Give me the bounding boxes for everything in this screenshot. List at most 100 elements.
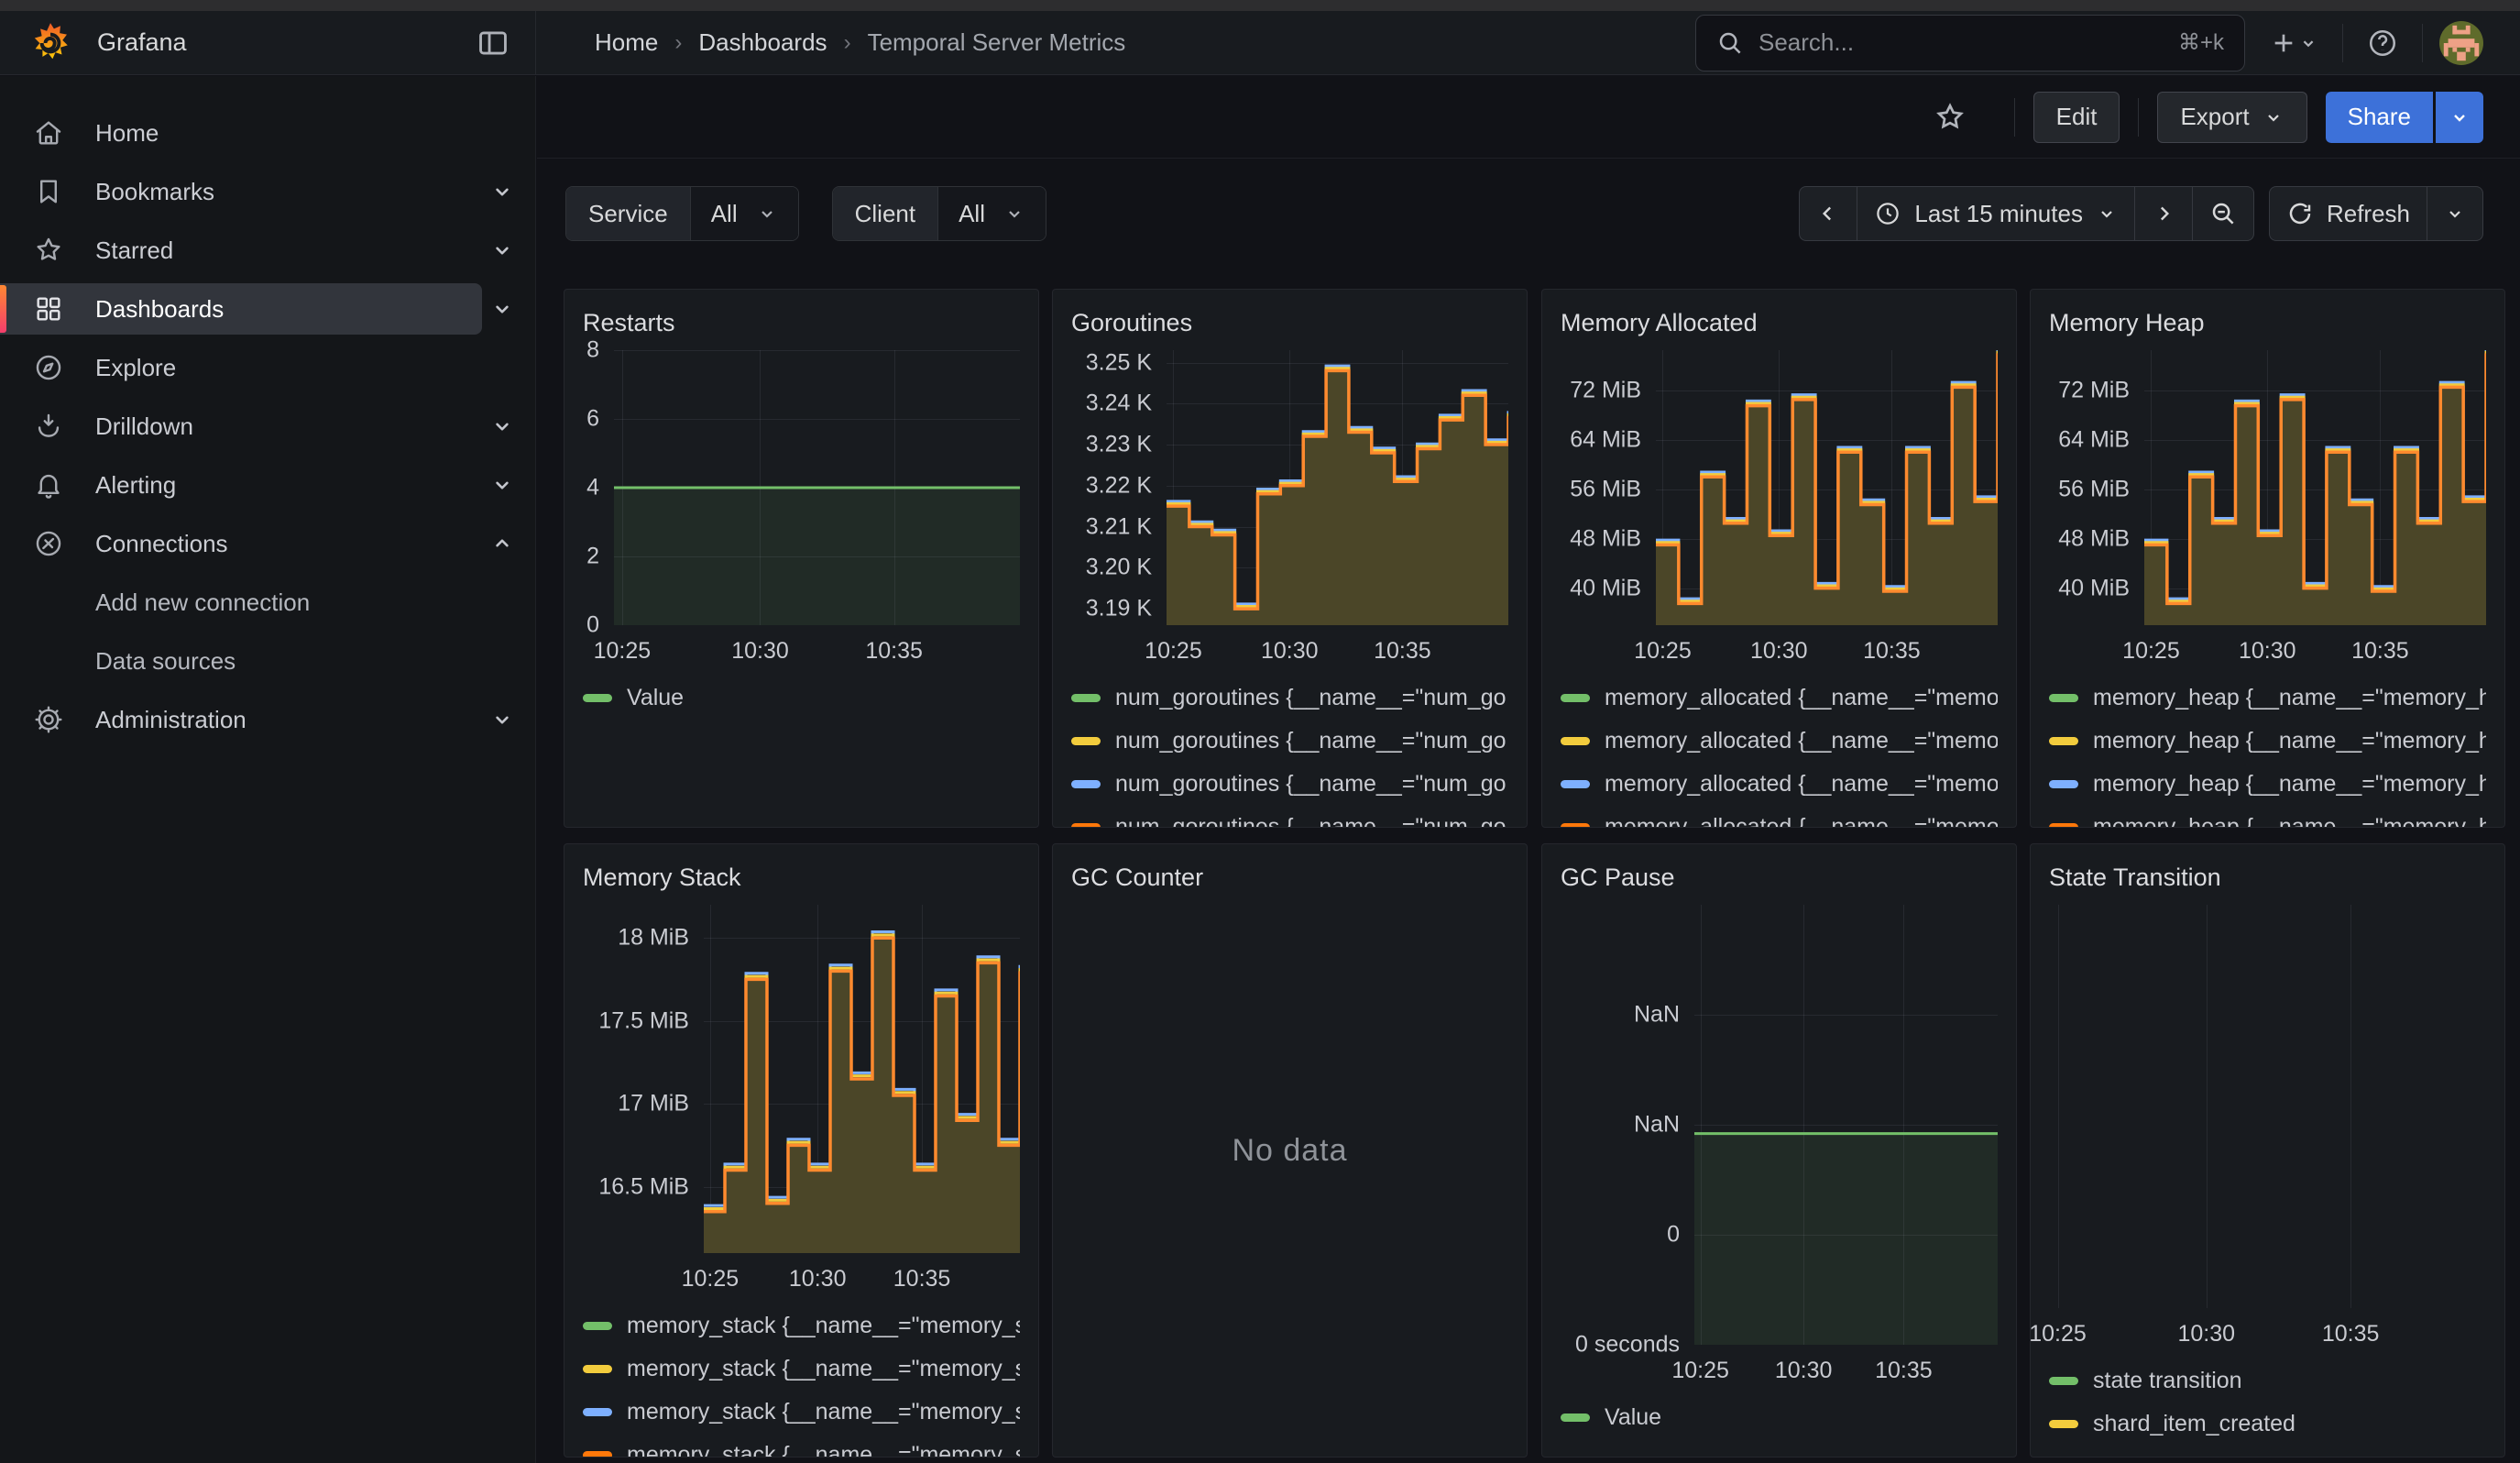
- chart: [2049, 905, 2486, 1308]
- client-filter-value[interactable]: All: [938, 187, 1046, 240]
- window-edge: [0, 0, 2520, 11]
- chevron-down-icon[interactable]: [482, 230, 522, 270]
- zoom-out-button[interactable]: [2193, 186, 2254, 241]
- time-range-picker[interactable]: Last 15 minutes: [1857, 186, 2135, 241]
- legend-item[interactable]: Value: [1561, 1396, 1998, 1439]
- sidebar-item-link[interactable]: Home: [0, 107, 522, 159]
- x-tick-label: 10:30: [789, 1266, 847, 1292]
- sidebar-item-alerting[interactable]: Alerting: [0, 456, 535, 514]
- dashboard-toolbar: Edit Export Share: [537, 76, 2520, 159]
- legend-item[interactable]: memory_stack {__name__="memory_s: [583, 1304, 1020, 1348]
- sidebar-item-explore[interactable]: Explore: [0, 338, 535, 397]
- y-tick-label: 56 MiB: [2058, 476, 2130, 502]
- sidebar-item-label: Drilldown: [95, 412, 193, 441]
- legend-item[interactable]: memory_allocated {__name__="memo: [1561, 720, 1998, 763]
- chevron-down-icon[interactable]: [482, 699, 522, 740]
- sidebar-item-link[interactable]: Alerting: [0, 459, 482, 511]
- x-axis: 10:2510:3010:35: [614, 631, 1020, 671]
- edit-button[interactable]: Edit: [2033, 92, 2120, 143]
- sidebar-item-add-new-connection[interactable]: Add new connection: [0, 573, 535, 632]
- legend-item[interactable]: memory_stack {__name__="memory_s: [583, 1391, 1020, 1434]
- sidebar-item-link[interactable]: Starred: [0, 225, 482, 276]
- panel-gc_pause: GC PauseNaNNaN00 seconds10:2510:3010:35V…: [1541, 843, 2017, 1458]
- chevron-down-icon[interactable]: [482, 289, 522, 329]
- panel-restarts: Restarts8642010:2510:3010:35Value: [564, 289, 1039, 828]
- sidebar-item-label: Data sources: [95, 647, 236, 676]
- sidebar-item-drilldown[interactable]: Drilldown: [0, 397, 535, 456]
- legend-item[interactable]: memory_heap {__name__="memory_h: [2049, 763, 2486, 806]
- sidebar-item-dashboards[interactable]: Dashboards: [0, 280, 535, 338]
- legend-item[interactable]: memory_allocated {__name__="memo: [1561, 806, 1998, 828]
- series-color-dash: [1071, 780, 1101, 788]
- sidebar-item-link[interactable]: Add new connection: [95, 577, 522, 628]
- legend-item[interactable]: memory_allocated {__name__="memo: [1561, 676, 1998, 720]
- sidebar-item-bookmarks[interactable]: Bookmarks: [0, 162, 535, 221]
- x-tick-label: 10:35: [2322, 1321, 2380, 1348]
- breadcrumb-dashboards[interactable]: Dashboards: [698, 28, 827, 57]
- legend-item[interactable]: memory_allocated {__name__="memo: [1561, 763, 1998, 806]
- series-color-dash: [1561, 780, 1590, 788]
- time-back-button[interactable]: [1799, 186, 1857, 241]
- search-icon: [1716, 29, 1744, 57]
- sidebar-item-administration[interactable]: Administration: [0, 690, 535, 749]
- sidebar-item-link[interactable]: Drilldown: [0, 401, 482, 452]
- panel-state_transition: State Transition10:2510:3010:35state tra…: [2030, 843, 2505, 1458]
- refresh-button[interactable]: Refresh: [2269, 186, 2427, 241]
- y-tick-label: 3.24 K: [1086, 390, 1152, 417]
- y-tick-label: 48 MiB: [1570, 525, 1641, 552]
- series-color-dash: [1561, 1414, 1590, 1422]
- add-new-button[interactable]: [2262, 20, 2326, 66]
- legend-item[interactable]: memory_stack {__name__="memory_s: [583, 1434, 1020, 1458]
- search-box[interactable]: ⌘+k: [1695, 15, 2245, 72]
- sidebar-item-link[interactable]: Administration: [0, 694, 482, 745]
- sidebar-item-data-sources[interactable]: Data sources: [0, 632, 535, 690]
- sidebar-item-label: Starred: [95, 236, 173, 265]
- legend: Value: [1561, 1396, 1998, 1439]
- star-icon: [33, 235, 64, 266]
- legend-item[interactable]: shard_item_created: [2049, 1402, 2486, 1446]
- share-caret-button[interactable]: [2436, 92, 2483, 143]
- legend-item[interactable]: num_goroutines {__name__="num_go: [1071, 763, 1508, 806]
- refresh-icon: [2286, 200, 2314, 227]
- share-button[interactable]: Share: [2326, 92, 2433, 143]
- legend-item[interactable]: num_goroutines {__name__="num_go: [1071, 720, 1508, 763]
- chevron-up-icon[interactable]: [482, 523, 522, 564]
- sidebar-item-link[interactable]: Explore: [0, 342, 522, 393]
- sidebar-item-link[interactable]: Dashboards: [0, 283, 482, 335]
- legend-label: num_goroutines {__name__="num_go: [1115, 728, 1507, 754]
- search-input[interactable]: [1759, 28, 2164, 57]
- legend-item[interactable]: state transition: [2049, 1359, 2486, 1402]
- service-filter-value[interactable]: All: [691, 187, 798, 240]
- share-split-button: Share: [2326, 92, 2483, 143]
- legend-item[interactable]: num_goroutines {__name__="num_go: [1071, 676, 1508, 720]
- chevron-down-icon[interactable]: [482, 406, 522, 446]
- export-button[interactable]: Export: [2157, 92, 2306, 143]
- sidebar-item-link[interactable]: Connections: [0, 518, 482, 569]
- legend-item[interactable]: memory_heap {__name__="memory_h: [2049, 676, 2486, 720]
- help-icon[interactable]: [2360, 20, 2405, 66]
- user-avatar[interactable]: [2439, 21, 2483, 65]
- legend-item[interactable]: memory_heap {__name__="memory_h: [2049, 720, 2486, 763]
- sidebar-item-link[interactable]: Data sources: [95, 635, 522, 687]
- time-forward-button[interactable]: [2135, 186, 2193, 241]
- chevron-down-icon[interactable]: [482, 171, 522, 212]
- bell-icon: [33, 469, 64, 500]
- y-tick-label: 3.21 K: [1086, 513, 1152, 540]
- chevron-down-icon[interactable]: [482, 465, 522, 505]
- sidebar-item-link[interactable]: Bookmarks: [0, 166, 482, 217]
- refresh-interval-caret[interactable]: [2427, 186, 2483, 241]
- legend-item[interactable]: memory_heap {__name__="memory_h: [2049, 806, 2486, 828]
- top-nav-bar: Grafana Home › Dashboards › Temporal Ser…: [0, 11, 2520, 75]
- legend-item[interactable]: Value: [583, 676, 1020, 720]
- sidebar-item-starred[interactable]: Starred: [0, 221, 535, 280]
- sidebar-toggle-icon[interactable]: [473, 23, 513, 63]
- legend-label: memory_stack {__name__="memory_s: [627, 1356, 1020, 1382]
- breadcrumb-home[interactable]: Home: [595, 28, 658, 57]
- x-tick-label: 10:25: [2122, 638, 2180, 665]
- sidebar-item-home[interactable]: Home: [0, 104, 535, 162]
- sidebar-item-connections[interactable]: Connections: [0, 514, 535, 573]
- favorite-star-icon[interactable]: [1926, 94, 1974, 140]
- legend-item[interactable]: num_goroutines {__name__="num_go: [1071, 806, 1508, 828]
- grafana-logo-icon[interactable]: [27, 20, 73, 66]
- legend-item[interactable]: memory_stack {__name__="memory_s: [583, 1348, 1020, 1391]
